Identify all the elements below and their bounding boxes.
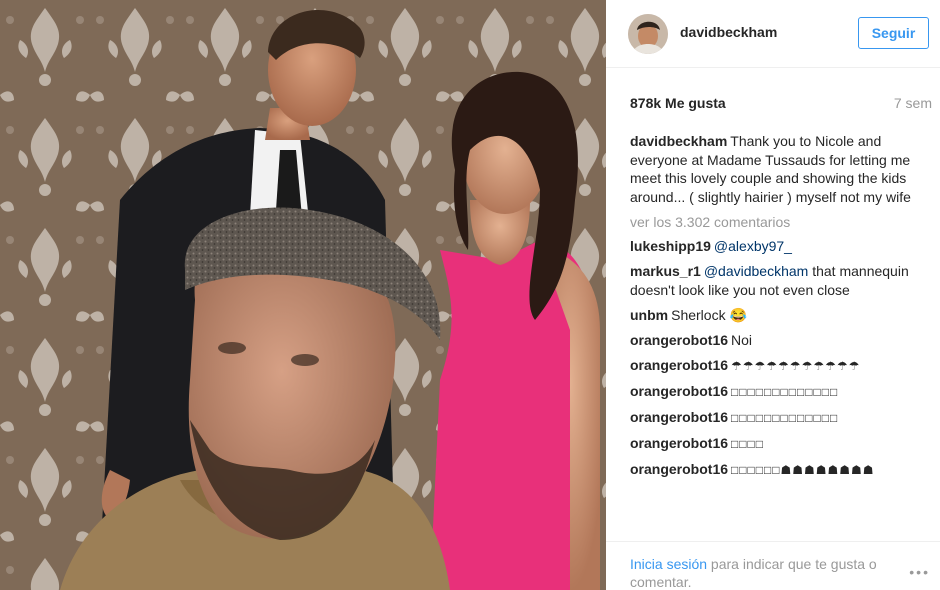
post-footer: Inicia sesión para indicar que te gusta … [606,541,940,590]
comment-text: Sherlock 😂 [671,306,747,323]
caption: davidbeckham Thank you to Nicole and ever… [630,132,920,206]
avatar[interactable] [628,14,668,54]
comment-username[interactable]: orangerobot16 [630,357,728,373]
comment-item: markus_r1 @davidbeckham that mannequin do… [630,262,920,299]
avatar-image [628,14,668,54]
login-link[interactable]: Inicia sesión [630,556,707,572]
comment-item: unbm Sherlock 😂 [630,306,920,325]
comment-username[interactable]: orangerobot16 [630,332,728,348]
photo-illustration [0,0,606,590]
more-options-icon[interactable]: ••• [909,564,930,580]
comment-username[interactable]: markus_r1 [630,263,701,279]
caption-username[interactable]: davidbeckham [630,133,727,149]
comment-username[interactable]: orangerobot16 [630,383,728,399]
comments-list: davidbeckham Thank you to Nicole and ever… [630,132,920,486]
comment-text: □□□□□□☗☗☗☗☗☗☗☗ [731,462,875,477]
comment-mention[interactable]: @alexby97_ [714,238,792,254]
comment-item: orangerobot16 □□□□□□□□□□□□□ [630,408,920,428]
comment-item: orangerobot16 Noi [630,331,920,350]
login-prompt: Inicia sesión para indicar que te gusta … [630,555,900,590]
comment-item: orangerobot16 ☂☂☂☂☂☂☂☂☂☂☂ [630,356,920,376]
comment-mention[interactable]: @davidbeckham [704,263,809,279]
comment-item: orangerobot16 □□□□ [630,434,920,454]
likes-row: 878k Me gusta 7 sem [630,93,932,113]
header-username[interactable]: davidbeckham [680,24,777,40]
comment-text: Noi [731,331,753,348]
comment-username[interactable]: orangerobot16 [630,435,728,451]
comment-username[interactable]: orangerobot16 [630,409,728,425]
comment-item: orangerobot16 □□□□□□□□□□□□□ [630,382,920,402]
follow-button[interactable]: Seguir [858,17,929,49]
instagram-post: davidbeckham Seguir 878k Me gusta 7 sem … [0,0,940,590]
comment-username[interactable]: lukeshipp19 [630,238,711,254]
comment-text: □□□□□□□□□□□□□ [731,384,839,399]
view-all-comments-link[interactable]: ver los 3.302 comentarios [630,213,920,232]
comment-text: ☂☂☂☂☂☂☂☂☂☂☂ [731,358,861,373]
comment-text: □□□□□□□□□□□□□ [731,410,839,425]
comment-item: orangerobot16 □□□□□□☗☗☗☗☗☗☗☗ [630,460,920,480]
post-header: davidbeckham Seguir [606,0,940,68]
post-photo[interactable] [0,0,606,590]
comment-text: □□□□ [731,436,765,451]
comment-item: lukeshipp19 @alexby97_ [630,237,920,256]
post-side-panel: davidbeckham Seguir 878k Me gusta 7 sem … [606,0,940,590]
comment-username[interactable]: orangerobot16 [630,461,728,477]
wax-figure-woman [430,71,600,590]
likes-count[interactable]: 878k Me gusta [630,95,726,111]
comment-username[interactable]: unbm [630,307,668,323]
post-time[interactable]: 7 sem [894,95,932,111]
